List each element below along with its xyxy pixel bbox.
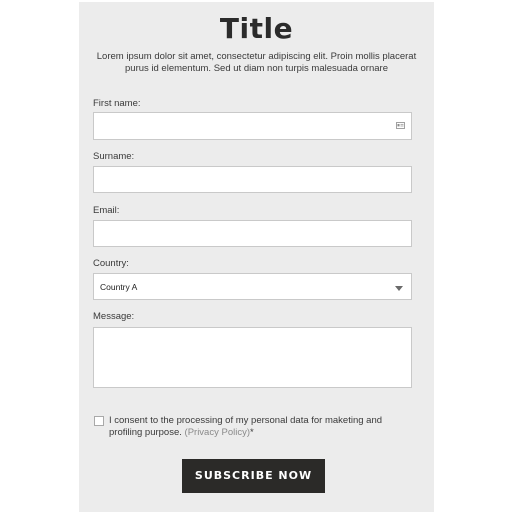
subscribe-button[interactable]: SUBSCRIBE NOW (182, 459, 325, 493)
first-name-field[interactable] (93, 112, 412, 140)
subscribe-form-card: Title Lorem ipsum dolor sit amet, consec… (79, 2, 434, 512)
country-label: Country: (93, 258, 129, 269)
consent-text: I consent to the processing of my person… (109, 415, 414, 439)
first-name-label: First name: (93, 98, 141, 109)
required-marker: * (249, 427, 254, 438)
surname-field[interactable] (93, 166, 412, 193)
message-textarea[interactable] (94, 328, 411, 387)
message-field[interactable] (93, 327, 412, 388)
privacy-policy-link[interactable]: (Privacy Policy) (185, 427, 250, 438)
first-name-input[interactable] (94, 113, 411, 139)
form-title: Title (219, 12, 294, 45)
contact-card-icon[interactable] (396, 122, 405, 129)
email-input[interactable] (94, 221, 411, 246)
form-intro-text: Lorem ipsum dolor sit amet, consectetur … (96, 51, 417, 74)
surname-input[interactable] (94, 167, 411, 192)
consent-checkbox[interactable] (94, 416, 104, 426)
surname-label: Surname: (93, 151, 135, 162)
country-select[interactable]: Country A (93, 273, 412, 300)
country-selected-value: Country A (100, 282, 138, 292)
email-field[interactable] (93, 220, 412, 247)
email-label: Email: (93, 205, 120, 216)
chevron-down-icon[interactable] (395, 286, 403, 291)
message-label: Message: (93, 311, 135, 322)
